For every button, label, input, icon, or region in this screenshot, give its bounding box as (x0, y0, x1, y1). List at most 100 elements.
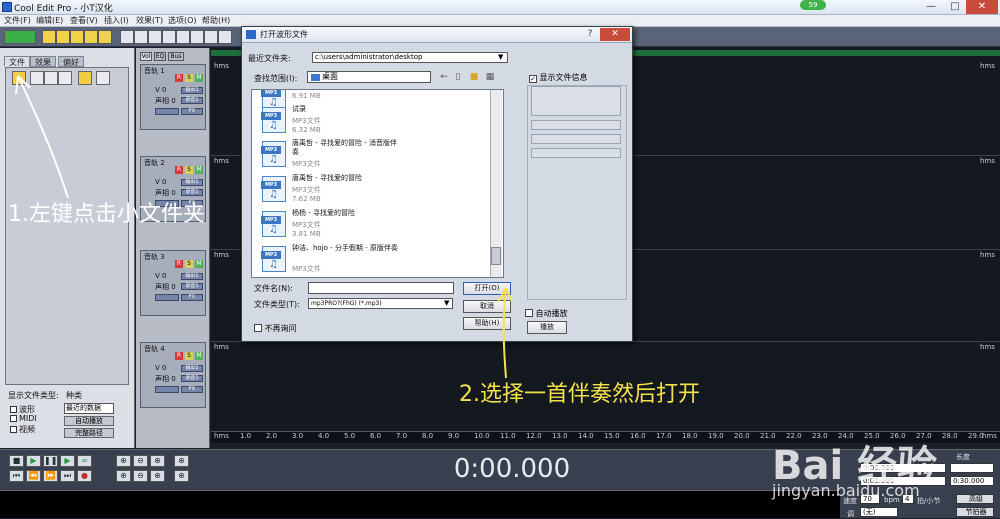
solo-button[interactable]: S (185, 352, 193, 360)
mute-button[interactable]: M (195, 260, 203, 268)
open-folder-icon[interactable] (56, 30, 70, 44)
track-pan[interactable]: 声相 0 (155, 96, 176, 106)
solo-button[interactable]: S (185, 260, 193, 268)
copy-icon[interactable] (148, 30, 162, 44)
track-output[interactable]: 输出1 (181, 87, 203, 94)
full-path-button[interactable]: 完整路径 (64, 428, 114, 438)
play-button[interactable]: ▶ (26, 455, 41, 467)
scrollbar-thumb[interactable] (491, 247, 501, 265)
record-arm-button[interactable]: R (175, 352, 183, 360)
track-lock[interactable] (155, 108, 179, 115)
paste-icon[interactable] (162, 30, 176, 44)
menu-effects[interactable]: 效果(T) (136, 15, 163, 27)
track-pan[interactable]: 声相 0 (155, 282, 176, 292)
track-volume[interactable]: V 0 (155, 178, 166, 186)
settings-icon[interactable] (218, 30, 232, 44)
rewind-button[interactable]: ⏪ (26, 470, 41, 482)
key-select[interactable]: (无) (860, 507, 898, 517)
record-arm-button[interactable]: R (175, 74, 183, 82)
mix-icon[interactable] (176, 30, 190, 44)
selection-length-field[interactable] (950, 463, 994, 473)
zoom-out-vertical-icon[interactable]: ⊖ (133, 470, 148, 482)
recent-folder-select[interactable]: c:\users\administrator\desktop (312, 52, 508, 63)
close-button[interactable]: ✕ (966, 0, 998, 14)
mute-button[interactable]: M (195, 352, 203, 360)
track-header[interactable]: 音轨 4 R S M V 0 声相 0 输出1 录音1 FX (140, 342, 206, 408)
up-folder-icon[interactable]: ▯ (452, 71, 464, 83)
solo-button[interactable]: S (185, 166, 193, 174)
track-header[interactable]: 音轨 1 R S M V 0 声相 0 输出1 录音1 FX (140, 64, 206, 130)
file-list[interactable]: MP3 ♫ 6.91 MB MP3 ♫ 试录 MP3文件 6.32 MB MP3 ♫ … (251, 89, 504, 278)
file-name-input[interactable] (308, 282, 454, 294)
record-arm-button[interactable]: R (175, 166, 183, 174)
mute-button[interactable]: M (195, 166, 203, 174)
file-type-select[interactable]: mp3PRO?(FhG) (*.mp3) (308, 298, 453, 309)
save-all-icon[interactable] (98, 30, 112, 44)
help-bulb-icon[interactable] (96, 71, 110, 85)
zoom-in-horizontal-icon[interactable]: ⊕ (116, 455, 131, 467)
bus-tab[interactable]: Bus (168, 52, 184, 61)
zoom-left-icon[interactable]: ⊕ (150, 470, 165, 482)
menu-options[interactable]: 选项(O) (168, 15, 197, 27)
mute-button[interactable]: M (195, 74, 203, 82)
autoplay-button[interactable]: 自动播放 (64, 416, 114, 426)
track-output[interactable]: 输出1 (181, 179, 203, 186)
zoom-full-icon[interactable]: ⊕ (150, 455, 165, 467)
list-item[interactable]: MP3 ♫ 唐禹哲 - 寻找爱的冒险 - 消音版伴奏 MP3文件 (261, 139, 492, 175)
fast-forward-button[interactable]: ⏩ (43, 470, 58, 482)
edit-file-icon[interactable] (78, 71, 92, 85)
list-item[interactable]: MP3 ♫ 杨杨 - 寻找爱的冒险 MP3文件 3.81 MB (261, 209, 492, 245)
go-to-end-button[interactable]: ⏭ (60, 470, 75, 482)
filter-video[interactable]: 视频 (10, 424, 35, 435)
track-pan[interactable]: 声相 0 (155, 374, 176, 384)
pause-button[interactable]: ❚❚ (43, 455, 58, 467)
view-menu-icon[interactable]: ▦ (484, 71, 496, 83)
menu-view[interactable]: 查看(V) (70, 15, 98, 27)
list-item[interactable]: MP3 ♫ 唐禹哲 - 寻找爱的冒险 MP3文件 7.62 MB (261, 174, 492, 210)
track-record-input[interactable]: 录音1 (181, 375, 203, 382)
autoplay-checkbox[interactable]: 自动播放 (525, 308, 568, 319)
track-fx[interactable]: FX (181, 294, 203, 301)
maximize-button[interactable]: □ (944, 0, 966, 14)
vol-tab[interactable]: Vol (140, 52, 152, 61)
filter-midi[interactable]: MIDI (10, 414, 37, 423)
view-length-field[interactable]: 0:30.000 (950, 476, 994, 486)
track-volume[interactable]: V 0 (155, 86, 166, 94)
zoom-out-horizontal-icon[interactable]: ⊖ (133, 455, 148, 467)
list-item[interactable]: MP3 ♫ 钟洁、hojo - 分手假期 - 原版伴奏 MP3文件 (261, 244, 492, 277)
zoom-in-vertical-icon[interactable]: ⊕ (116, 470, 131, 482)
new-folder-icon[interactable]: ■ (468, 71, 480, 83)
track-lock[interactable] (155, 294, 179, 301)
dont-ask-checkbox[interactable]: 不再询问 (254, 323, 297, 334)
track-record-input[interactable]: 录音1 (181, 189, 203, 196)
solo-button[interactable]: S (185, 74, 193, 82)
show-info-checkbox[interactable]: ✓ 显示文件信息 (529, 72, 588, 83)
stop-button[interactable]: ■ (9, 455, 24, 467)
track-fx[interactable]: FX (181, 386, 203, 393)
menu-edit[interactable]: 编辑(E) (36, 15, 63, 27)
tab-favorites[interactable]: 偏好 (58, 56, 84, 67)
go-to-start-button[interactable]: ⏮ (9, 470, 24, 482)
track-volume[interactable]: V 0 (155, 272, 166, 280)
record-button[interactable]: ● (77, 470, 92, 482)
undo-icon[interactable] (120, 30, 134, 44)
metronome-button[interactable]: 节拍器 (956, 507, 994, 517)
select-icon[interactable] (190, 30, 204, 44)
advanced-button[interactable]: 高级 (956, 494, 994, 504)
cut-icon[interactable] (134, 30, 148, 44)
menu-insert[interactable]: 插入(I) (104, 15, 129, 27)
new-file-icon[interactable] (42, 30, 56, 44)
minimize-button[interactable]: — (920, 0, 942, 14)
track-fx[interactable]: FX (181, 108, 203, 115)
save-icon[interactable] (84, 30, 98, 44)
track-lock[interactable] (155, 386, 179, 393)
record-arm-button[interactable]: R (175, 260, 183, 268)
eq-tab[interactable]: EQ (154, 52, 166, 61)
track-volume[interactable]: V 0 (155, 364, 166, 372)
menu-file[interactable]: 文件(F) (4, 15, 31, 27)
dialog-close-button[interactable]: ✕ (600, 28, 630, 41)
look-in-select[interactable]: 桌面 (307, 71, 431, 83)
tab-effects[interactable]: 效果 (30, 56, 56, 67)
loop-play-button[interactable]: ∞ (77, 455, 92, 467)
hybrid-tool-icon[interactable] (204, 30, 218, 44)
